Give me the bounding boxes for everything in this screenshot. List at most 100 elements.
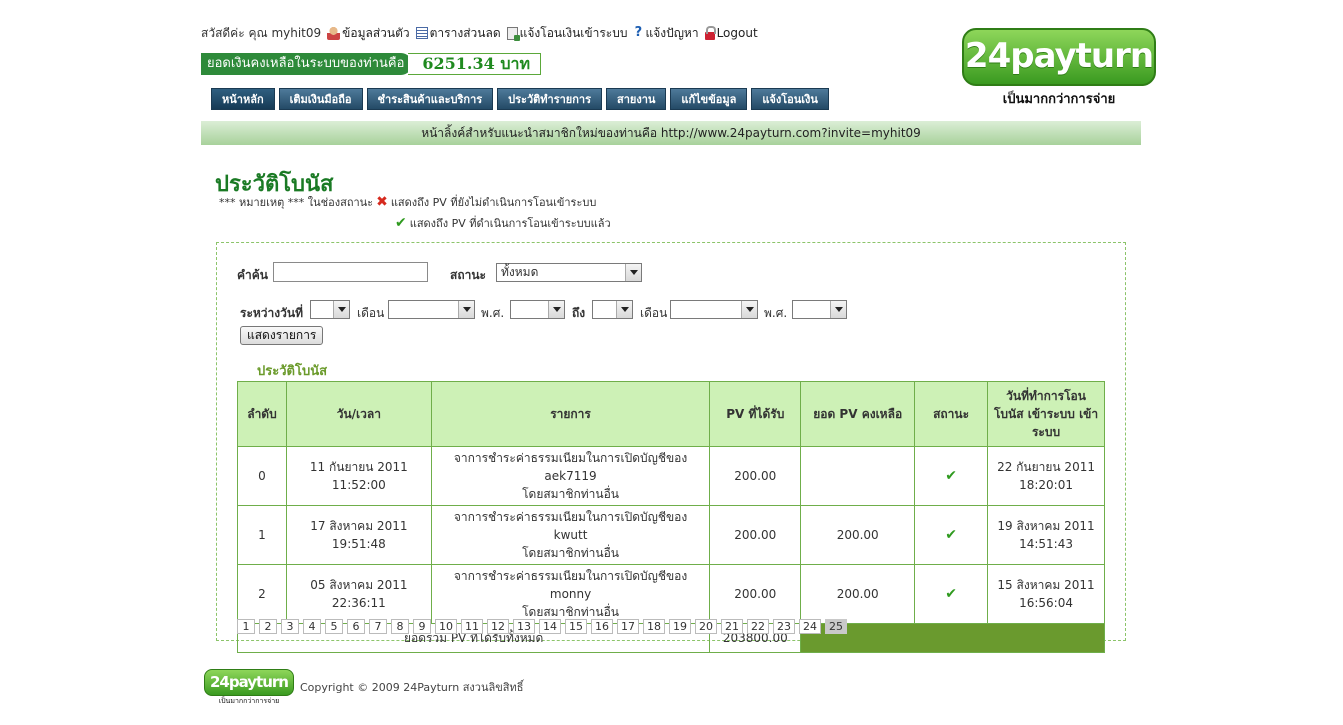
page-link-22[interactable]: 22 [747,619,769,634]
cell-datetime: 11 กันยายน 2011 11:52:00 [285,446,432,506]
page-link-11[interactable]: 11 [461,619,483,634]
to-month-select[interactable] [670,300,758,319]
notify-transfer-link-label: แจ้งโอนเงินเข้าระบบ [519,25,628,40]
page-link-19[interactable]: 19 [669,619,691,634]
cell-pv: 200.00 [709,446,802,506]
cell-no: 2 [237,564,287,624]
x-icon: ✖ [376,194,388,210]
tab-network[interactable]: สายงาน [605,88,667,110]
footer-logo-text: 24payturn [204,669,294,696]
page-link-23[interactable]: 23 [773,619,795,634]
cell-transfer-date: 22 กันยายน 2011 18:20:01 [987,446,1105,506]
cell-description: จาการชำระค่าธรรมเนียมในการเปิดบัญชีของ k… [430,505,711,565]
brand-logo[interactable]: 24payturn เป็นมากกว่าการจ่าย [962,28,1156,107]
note-prefix: *** หมายเหตุ *** ในช่องสถานะ [219,196,374,209]
cell-pv: 200.00 [709,505,802,565]
page-link-17[interactable]: 17 [617,619,639,634]
tab-home[interactable]: หน้าหลัก [211,88,275,110]
invite-link-bar: หน้าลิ้งค์สำหรับแนะนำสมาชิกใหม่ของท่านคื… [201,121,1141,145]
report-problem-link[interactable]: ? แจ้งปัญหา [633,24,699,43]
page-link-24[interactable]: 24 [799,619,821,634]
page-link-14[interactable]: 14 [539,619,561,634]
from-year-label: พ.ศ. [481,306,505,320]
cell-desc-line1: จาการชำระค่าธรรมเนียมในการเปิดบัญชีของ m… [453,569,688,601]
status-select[interactable]: ทั้งหมด [496,263,642,282]
cell-time: 22:36:11 [331,596,386,610]
header-pv-received: PV ที่ได้รับ [709,381,802,447]
cell-desc-line2: โดยสมาชิกท่านอื่น [522,546,619,560]
page-link-18[interactable]: 18 [643,619,665,634]
page-link-8[interactable]: 8 [391,619,409,634]
profile-link-label: ข้อมูลส่วนตัว [342,25,410,40]
balance-value: 6251.34 บาท [408,53,542,75]
status-select-value: ทั้งหมด [501,265,539,279]
status-note-done: ✔ แสดงถึง PV ที่ดำเนินการโอนเข้าระบบแล้ว [395,214,611,232]
tab-transaction-history[interactable]: ประวัติทำรายการ [497,88,602,110]
cell-date: 19 สิงหาคม 2011 [997,519,1095,533]
copyright-text: Copyright © 2009 24Payturn สงวนลิขสิทธิ์ [300,681,524,694]
page-link-21[interactable]: 21 [721,619,743,634]
cell-description: จาการชำระค่าธรรมเนียมในการเปิดบัญชีของ a… [430,446,711,506]
footer-logo: 24payturn เป็นมากกว่าการจ่าย [204,669,294,705]
table-title: ประวัติโบนัส [257,364,328,379]
cell-transfer-date: 19 สิงหาคม 2011 14:51:43 [987,505,1105,565]
to-month-label: เดือน [640,306,668,320]
page-link-4[interactable]: 4 [303,619,321,634]
header-datetime: วัน/เวลา [285,381,432,447]
balance-label: ยอดเงินคงเหลือในระบบของท่านคือ [201,53,413,75]
page-link-13[interactable]: 13 [513,619,535,634]
from-day-select[interactable] [310,300,350,319]
cell-remaining: 200.00 [800,505,916,565]
cell-time: 19:51:48 [331,537,386,551]
page-link-10[interactable]: 10 [435,619,457,634]
notify-transfer-link[interactable]: แจ้งโอนเงินเข้าระบบ [506,24,628,43]
tab-notify-transfer[interactable]: แจ้งโอนเงิน [751,88,829,110]
page-link-1[interactable]: 1 [237,619,255,634]
logo-tagline: เป็นมากกว่าการจ่าย [1002,92,1116,107]
page-link-15[interactable]: 15 [565,619,587,634]
search-label: คำค้น [237,268,268,282]
page-link-5[interactable]: 5 [325,619,343,634]
table-row: 2 05 สิงหาคม 2011 22:36:11 จาการชำระค่าธร… [237,564,1105,624]
cell-date: 11 กันยายน 2011 [309,460,408,474]
page-link-6[interactable]: 6 [347,619,365,634]
tab-topup-mobile[interactable]: เติมเงินมือถือ [278,88,363,110]
header-transfer-date: วันที่ทำการโอน โบนัส เข้าระบบ เข้าระบบ [987,381,1105,447]
cell-date: 22 กันยายน 2011 [997,460,1095,474]
header-pv-remaining: ยอด PV คงเหลือ [800,381,916,447]
cell-time: 16:56:04 [1019,596,1073,610]
page-link-20[interactable]: 20 [695,619,717,634]
page-link-16[interactable]: 16 [591,619,613,634]
cell-datetime: 05 สิงหาคม 2011 22:36:11 [285,564,432,624]
check-icon: ✔ [395,215,407,231]
cell-status: ✔ [914,505,989,565]
cell-no: 1 [237,505,287,565]
profile-link[interactable]: ข้อมูลส่วนตัว [327,24,410,43]
chevron-down-icon [741,301,757,318]
page-link-3[interactable]: 3 [281,619,299,634]
from-year-select[interactable] [510,300,565,319]
cell-transfer-date: 15 สิงหาคม 2011 16:56:04 [987,564,1105,624]
to-day-select[interactable] [592,300,633,319]
show-list-button[interactable]: แสดงรายการ [240,326,324,345]
page-link-7[interactable]: 7 [369,619,387,634]
page-link-12[interactable]: 12 [487,619,509,634]
logout-link[interactable]: Logout [704,26,758,40]
header-description: รายการ [430,381,711,447]
header-status: สถานะ [914,381,989,447]
tab-pay-services[interactable]: ชำระสินค้าและบริการ [366,88,494,110]
document-icon [506,26,520,41]
page-link-9[interactable]: 9 [413,619,431,634]
tab-edit-info[interactable]: แก้ไขข้อมูล [670,88,748,110]
cell-date: 17 สิงหาคม 2011 [310,519,408,533]
cell-date: 15 สิงหาคม 2011 [997,578,1095,592]
check-icon: ✔ [945,586,957,602]
discount-table-link[interactable]: ตารางส่วนลด [415,24,501,43]
chevron-down-icon [333,301,349,318]
from-month-select[interactable] [388,300,475,319]
chevron-down-icon [830,301,846,318]
footer-logo-tagline: เป็นมากกว่าการจ่าย [218,697,280,705]
page-link-2[interactable]: 2 [259,619,277,634]
search-input[interactable] [273,262,428,282]
to-year-select[interactable] [792,300,847,319]
